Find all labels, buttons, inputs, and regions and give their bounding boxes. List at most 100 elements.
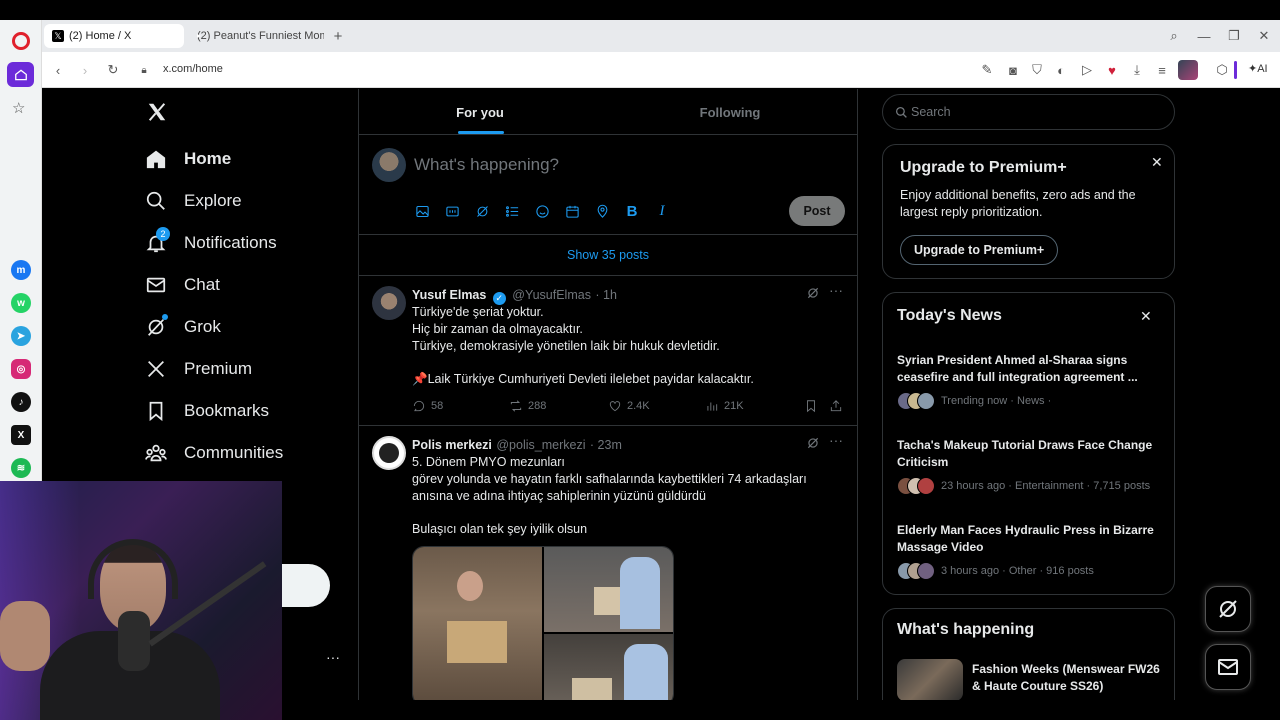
italic-icon[interactable]: I (654, 203, 670, 219)
download-icon[interactable]: ⤓ (1128, 61, 1146, 79)
reply-icon (413, 400, 425, 412)
whatsapp-icon[interactable]: w (11, 293, 31, 313)
tweet-time[interactable]: · 23m (590, 438, 622, 452)
nav-grok[interactable]: Grok (144, 309, 221, 345)
premium-card: Upgrade to Premium+ ✕ Enjoy additional b… (882, 144, 1175, 279)
ai-button[interactable]: ✦AI (1248, 62, 1268, 75)
more-account-icon[interactable]: ··· (326, 649, 340, 665)
address-bar: ‹ › ↻ 🔒︎ x.com/home ✎ ◙ ⛉ ◐ ▷ ♥ ⤓ ≡ ⬡ ✦A… (42, 52, 1280, 88)
schedule-icon[interactable] (564, 203, 580, 219)
tweet[interactable]: Polis merkezi @polis_merkezi · 23m ··· 5… (359, 426, 857, 700)
upgrade-button[interactable]: Upgrade to Premium+ (900, 235, 1059, 265)
home-sidebar-icon[interactable] (7, 62, 34, 87)
edit-icon[interactable]: ✎ (978, 61, 996, 79)
menu-icon[interactable]: ≡ (1153, 61, 1171, 79)
news-headline[interactable]: Syrian President Ahmed al-Sharaa signs c… (897, 352, 1167, 386)
extensions-icon[interactable]: ⬡ (1213, 61, 1231, 79)
profile-avatar[interactable] (1178, 60, 1198, 80)
x-logo-icon (144, 357, 168, 381)
composer-input[interactable]: What's happening? (414, 155, 559, 175)
minimize-icon[interactable]: — (1195, 27, 1213, 45)
maximize-icon[interactable]: ❐ (1225, 27, 1243, 45)
instagram-icon[interactable]: ◎ (11, 359, 31, 379)
media-photo (544, 634, 673, 700)
reply-button[interactable]: 58 (412, 399, 443, 413)
views-button[interactable]: 21K (705, 399, 744, 413)
bookmark-button[interactable] (804, 399, 823, 413)
play-icon[interactable]: ▷ (1078, 61, 1096, 79)
reload-icon[interactable]: ↻ (104, 61, 122, 79)
tab-x-home[interactable]: 𝕏 (2) Home / X (44, 24, 184, 48)
messages-fab[interactable] (1205, 644, 1251, 690)
author-name[interactable]: Yusuf Elmas (412, 288, 486, 302)
vpn-icon[interactable]: ◐ (1052, 61, 1070, 79)
messenger-icon[interactable]: m (11, 260, 31, 280)
bold-icon[interactable]: B (624, 203, 640, 220)
tab-for-you[interactable]: For you (359, 89, 601, 135)
opera-logo-icon[interactable] (12, 32, 30, 50)
news-avatars (897, 392, 937, 410)
tab-following[interactable]: Following (609, 89, 851, 135)
search-icon (144, 189, 168, 213)
lock-icon: 🔒︎ (141, 64, 147, 76)
tweet-time[interactable]: · 1h (595, 288, 617, 302)
tab-youtube[interactable]: (2) Peanut's Funniest Mom (184, 24, 324, 48)
x-logo-icon[interactable] (146, 101, 168, 128)
grok-tweet-icon[interactable] (806, 436, 820, 455)
grok-compose-icon[interactable] (474, 203, 490, 219)
repost-button[interactable]: 288 (509, 399, 546, 413)
trend-headline[interactable]: Fashion Weeks (Menswear FW26 & Haute Cou… (972, 661, 1162, 695)
poll-icon[interactable] (504, 203, 520, 219)
emoji-icon[interactable] (534, 203, 550, 219)
nav-premium[interactable]: Premium (144, 351, 252, 387)
star-icon[interactable]: ☆ (12, 99, 25, 117)
url-field[interactable]: x.com/home (163, 63, 223, 75)
spotify-icon[interactable]: ≋ (11, 458, 31, 478)
close-icon[interactable]: ✕ (1140, 308, 1152, 325)
forward-icon[interactable]: › (76, 61, 94, 79)
x-sidebar-icon[interactable]: X (11, 425, 31, 445)
camera-icon[interactable]: ◙ (1004, 61, 1022, 79)
grok-tweet-icon[interactable] (806, 286, 820, 305)
news-headline[interactable]: Elderly Man Faces Hydraulic Press in Biz… (897, 522, 1167, 556)
nav-communities[interactable]: Communities (144, 435, 283, 471)
search-box[interactable]: Search (882, 94, 1175, 130)
more-icon[interactable]: ··· (829, 282, 843, 298)
heart-icon[interactable]: ♥ (1103, 61, 1121, 79)
show-posts-link[interactable]: Show 35 posts (359, 235, 857, 275)
gif-icon[interactable] (444, 203, 460, 219)
tweet-avatar[interactable] (372, 286, 406, 320)
author-handle[interactable]: @polis_merkezi (496, 438, 585, 452)
grok-icon (144, 314, 168, 339)
webcam-overlay (0, 481, 282, 720)
telegram-icon[interactable]: ➤ (11, 326, 31, 346)
share-button[interactable] (829, 399, 848, 413)
shield-icon[interactable]: ⛉ (1028, 61, 1046, 79)
grok-fab[interactable] (1205, 586, 1251, 632)
author-handle[interactable]: @YusufElmas (512, 288, 591, 302)
post-button[interactable]: Post (789, 196, 845, 226)
home-icon (144, 147, 168, 171)
more-icon[interactable]: ··· (829, 432, 843, 448)
location-icon[interactable] (594, 203, 610, 219)
image-icon[interactable] (414, 203, 430, 219)
nav-notifications[interactable]: 2 Notifications (144, 225, 277, 261)
like-button[interactable]: 2.4K (608, 399, 650, 413)
author-name[interactable]: Polis merkezi (412, 438, 492, 452)
nav-explore[interactable]: Explore (144, 183, 242, 219)
tweet[interactable]: Yusuf Elmas ✓ @YusufElmas · 1h ··· Türki… (359, 276, 857, 426)
nav-home[interactable]: Home (144, 141, 231, 177)
nav-bookmarks[interactable]: Bookmarks (144, 393, 269, 429)
search-tabs-icon[interactable]: ⌕ (1165, 27, 1183, 45)
close-icon[interactable]: ✕ (1151, 154, 1163, 171)
news-headline[interactable]: Tacha's Makeup Tutorial Draws Face Chang… (897, 437, 1167, 471)
tiktok-icon[interactable]: ♪ (11, 392, 31, 412)
tweet-media[interactable] (412, 546, 674, 700)
back-icon[interactable]: ‹ (49, 61, 67, 79)
tweet-avatar[interactable] (372, 436, 406, 470)
new-tab-icon[interactable]: + (329, 27, 347, 45)
nav-chat[interactable]: Chat (144, 267, 220, 303)
news-meta: Trending now · News · (941, 395, 1052, 407)
user-avatar[interactable] (372, 148, 406, 182)
close-window-icon[interactable]: ✕ (1255, 27, 1273, 45)
